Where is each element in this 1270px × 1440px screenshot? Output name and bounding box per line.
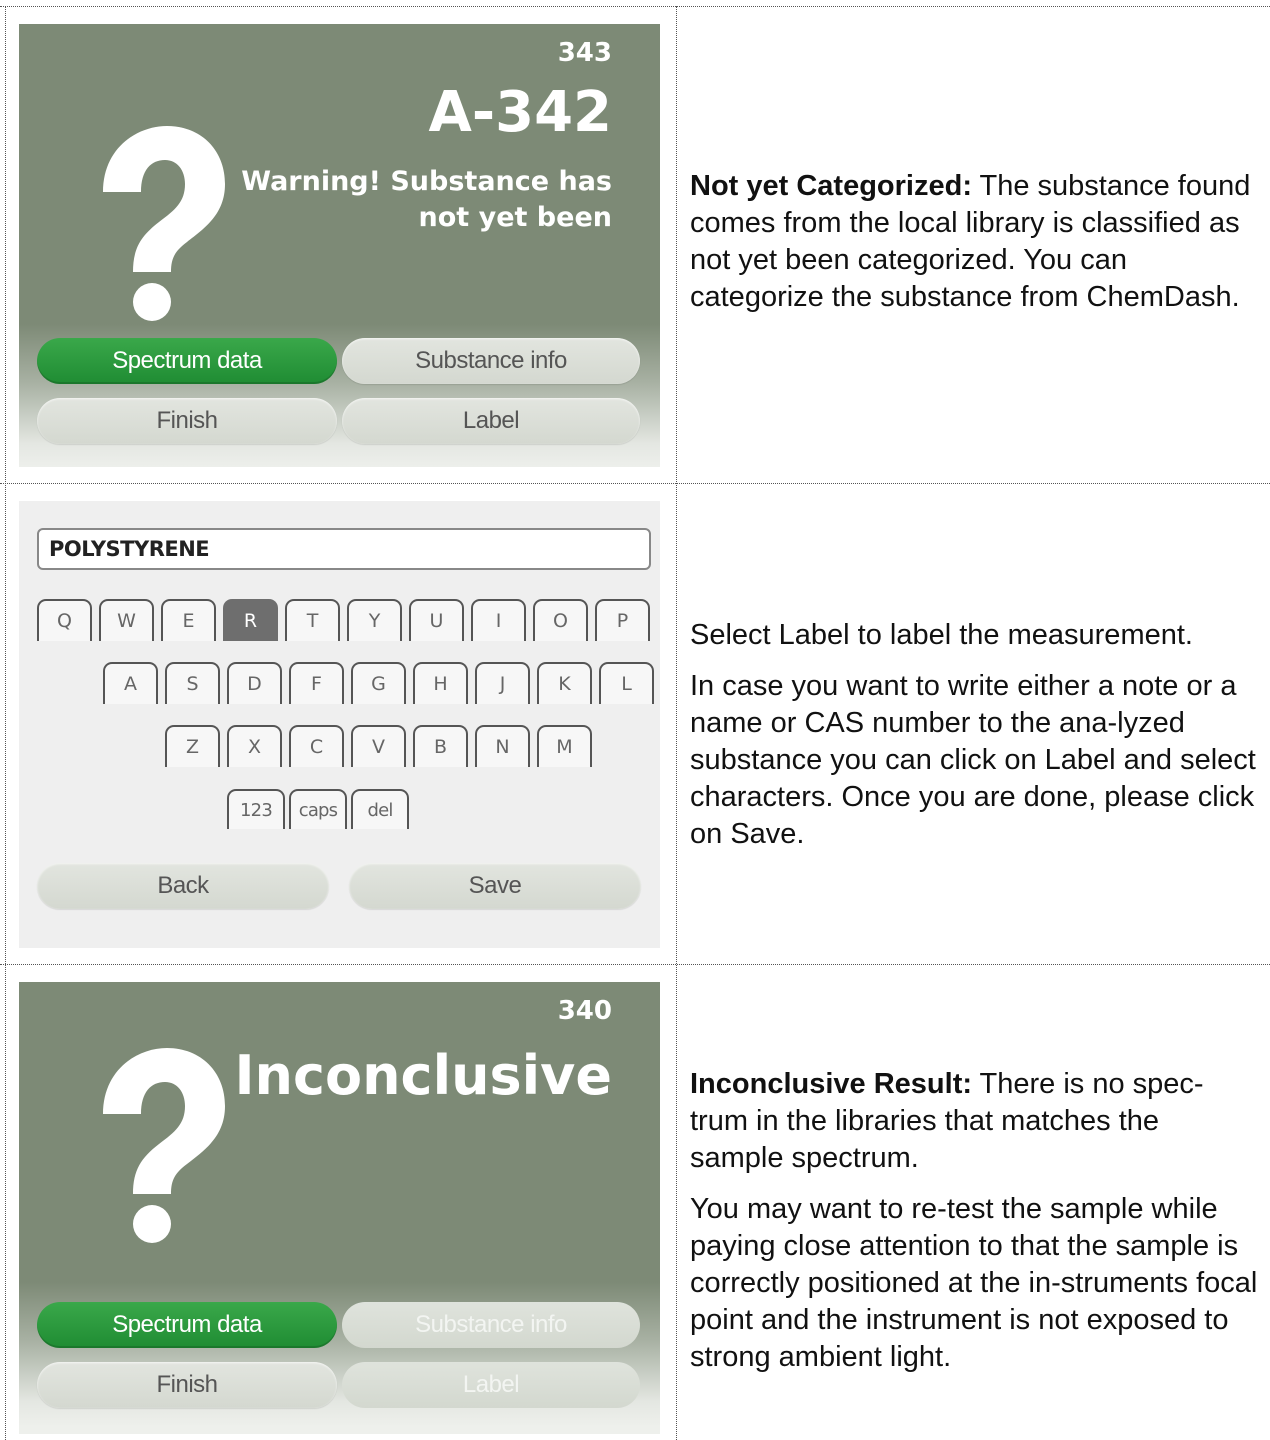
key-123[interactable]: 123	[227, 789, 285, 829]
key-n[interactable]: N	[475, 725, 530, 767]
key-caps[interactable]: caps	[289, 789, 347, 829]
key-r[interactable]: R	[223, 599, 278, 641]
label-button[interactable]: Label	[342, 398, 640, 444]
description-not-categorized: Not yet Categorized: The substance found…	[690, 168, 1260, 316]
key-z[interactable]: Z	[165, 725, 220, 767]
key-del[interactable]: del	[351, 789, 409, 829]
screen-not-categorized: 343 A-342 Warning! Substance has not yet…	[19, 24, 660, 467]
measurement-number: 340	[557, 996, 612, 1026]
spectrum-data-button[interactable]: Spectrum data	[37, 1302, 337, 1348]
substance-info-button[interactable]: Substance info	[342, 338, 640, 384]
key-b[interactable]: B	[413, 725, 468, 767]
key-x[interactable]: X	[227, 725, 282, 767]
key-m[interactable]: M	[537, 725, 592, 767]
key-g[interactable]: G	[351, 662, 406, 704]
key-w[interactable]: W	[99, 599, 154, 641]
finish-button[interactable]: Finish	[37, 398, 337, 444]
description-heading: Inconclusive Result:	[690, 1068, 973, 1100]
warning-text: Warning! Substance has not yet been	[241, 166, 612, 233]
key-l[interactable]: L	[599, 662, 654, 704]
table-row-divider-1	[0, 483, 1270, 484]
key-c[interactable]: C	[289, 725, 344, 767]
label-button: Label	[342, 1362, 640, 1408]
table-column-divider	[676, 6, 677, 1440]
substance-info-button: Substance info	[342, 1302, 640, 1348]
question-mark-icon	[103, 126, 225, 321]
key-f[interactable]: F	[289, 662, 344, 704]
key-y[interactable]: Y	[347, 599, 402, 641]
key-h[interactable]: H	[413, 662, 468, 704]
label-input[interactable]: POLYSTYRENE	[37, 528, 651, 570]
description-para-1: Select Label to label the measurement.	[690, 619, 1193, 651]
key-o[interactable]: O	[533, 599, 588, 641]
key-v[interactable]: V	[351, 725, 406, 767]
measurement-number: 343	[557, 38, 612, 68]
table-row-divider-2	[0, 964, 1270, 965]
key-t[interactable]: T	[285, 599, 340, 641]
key-q[interactable]: Q	[37, 599, 92, 641]
table-border-top	[0, 6, 1270, 7]
screen-label-keyboard: POLYSTYRENE Q W E R T Y U I O P A S D F G H J K L Z X C V B N M 12…	[19, 501, 660, 948]
description-inconclusive: Inconclusive Result: There is no spec-tr…	[690, 1066, 1260, 1376]
key-s[interactable]: S	[165, 662, 220, 704]
question-mark-icon	[103, 1048, 225, 1243]
finish-button[interactable]: Finish	[37, 1362, 337, 1408]
screen-inconclusive: 340 Inconclusive Spectrum data Substance…	[19, 982, 660, 1434]
key-e[interactable]: E	[161, 599, 216, 641]
description-label: Select Label to label the measurement. I…	[690, 617, 1260, 853]
save-button[interactable]: Save	[349, 863, 641, 909]
key-u[interactable]: U	[409, 599, 464, 641]
key-p[interactable]: P	[595, 599, 650, 641]
substance-code: A-342	[428, 80, 612, 145]
key-a[interactable]: A	[103, 662, 158, 704]
key-k[interactable]: K	[537, 662, 592, 704]
key-d[interactable]: D	[227, 662, 282, 704]
description-para-2: You may want to re-test the sample while…	[690, 1193, 1258, 1373]
back-button[interactable]: Back	[37, 863, 329, 909]
key-j[interactable]: J	[475, 662, 530, 704]
result-title: Inconclusive	[234, 1044, 612, 1107]
key-i[interactable]: I	[471, 599, 526, 641]
description-heading: Not yet Categorized:	[690, 170, 972, 202]
spectrum-data-button[interactable]: Spectrum data	[37, 338, 337, 384]
table-border-left	[5, 6, 6, 1440]
description-para-2: In case you want to write either a note …	[690, 670, 1256, 850]
